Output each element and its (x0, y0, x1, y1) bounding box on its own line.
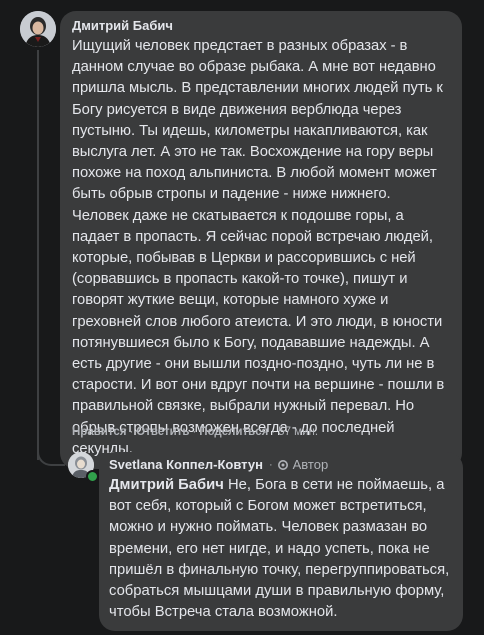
author-badge: Автор (292, 457, 329, 472)
reply-text: Дмитрий Бабич Не, Бога в сети не поймаеш… (109, 475, 453, 623)
gear-icon (277, 460, 288, 470)
comment-author[interactable]: Дмитрий Бабич (72, 18, 450, 34)
comment-actions: Нравится · Ответить · Поделиться · 57 мин. (72, 426, 318, 438)
avatar[interactable] (20, 11, 56, 47)
like-button[interactable]: Нравится (72, 426, 126, 438)
comment-bubble: Дмитрий Бабич Ищущий человек предстает в… (60, 11, 462, 470)
online-dot-icon (86, 470, 99, 483)
reply-body: Не, Бога в сети не поймаешь, а вот себя,… (109, 477, 450, 621)
reply-header: Svetlana Коппел-Ковтун · Автор (109, 457, 453, 473)
separator-dot: · (271, 426, 276, 438)
comment-text: Ищущий человек предстает в разных образа… (72, 38, 445, 457)
reply-button[interactable]: Ответить (136, 426, 189, 438)
comment-timestamp[interactable]: 57 мин. (278, 426, 318, 438)
thread-line (37, 50, 39, 460)
separator-dot: · (192, 426, 197, 438)
separator-dot: · (268, 459, 273, 471)
reply-bubble: Svetlana Коппел-Ковтун · Автор Дмитрий Б… (99, 452, 463, 632)
separator-dot: · (129, 426, 134, 438)
avatar-image (20, 11, 56, 47)
share-button[interactable]: Поделиться (199, 426, 268, 438)
reply-mention[interactable]: Дмитрий Бабич (109, 477, 224, 493)
reply-author[interactable]: Svetlana Коппел-Ковтун (109, 457, 263, 473)
